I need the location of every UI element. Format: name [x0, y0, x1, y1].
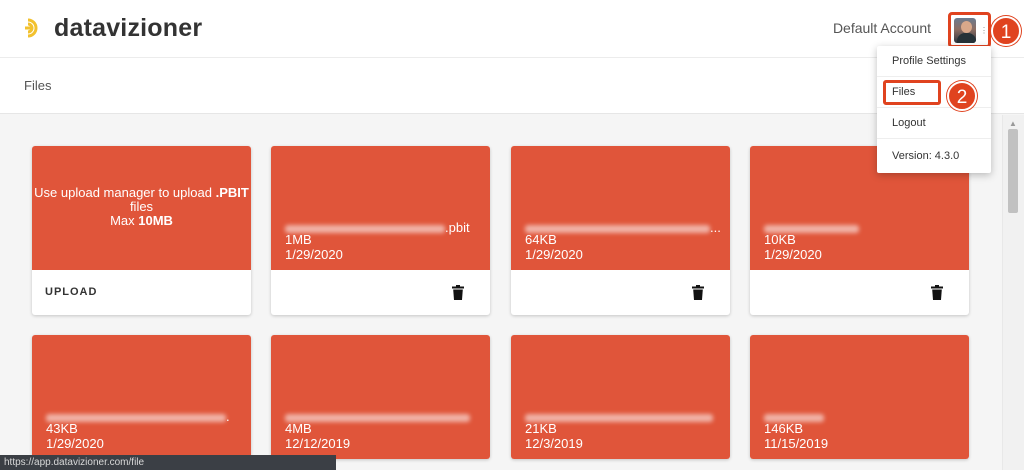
upload-text: Use upload manager to upload [34, 185, 216, 200]
file-card-preview[interactable]: 146KB 11/15/2019 [750, 335, 969, 459]
account-menu-button[interactable]: ⋮ [948, 12, 991, 48]
more-icon: ⋮ [980, 25, 988, 35]
file-date: 1/29/2020 [525, 247, 583, 262]
logo[interactable]: datavizioner [24, 14, 203, 42]
page-header: Files [0, 58, 1024, 114]
file-date: 12/12/2019 [285, 436, 351, 451]
upload-card-body: Use upload manager to upload .PBIT files… [32, 146, 251, 270]
account-name[interactable]: Default Account [833, 20, 931, 36]
menu-item-profile-settings[interactable]: Profile Settings [877, 46, 991, 77]
file-date: 1/29/2020 [285, 247, 343, 262]
file-card-actions [750, 270, 969, 315]
scrollbar[interactable]: ▲ [1002, 115, 1024, 470]
file-size: 10KB [764, 232, 796, 247]
file-size: 43KB [46, 421, 78, 436]
file-date: 1/29/2020 [764, 247, 822, 262]
file-card[interactable]: 21KB 12/3/2019 [511, 335, 730, 459]
trash-icon[interactable] [692, 285, 704, 300]
file-card-preview[interactable]: ... 64KB 1/29/2020 [511, 146, 730, 270]
file-meta: 10KB 1/29/2020 [764, 232, 822, 262]
file-card[interactable]: 146KB 11/15/2019 [750, 335, 969, 459]
file-meta: 21KB 12/3/2019 [525, 421, 583, 451]
account-dropdown-menu: Profile Settings Files Logout Version: 4… [877, 46, 991, 173]
file-size: 1MB [285, 232, 312, 247]
avatar [954, 17, 976, 43]
trash-icon[interactable] [931, 285, 943, 300]
upload-max-size: 10MB [138, 213, 173, 228]
file-size: 64KB [525, 232, 557, 247]
upload-max-label: Max [110, 213, 139, 228]
upload-format: .PBIT [215, 185, 249, 200]
files-grid: Use upload manager to upload .PBIT files… [0, 115, 1002, 470]
file-meta: 64KB 1/29/2020 [525, 232, 583, 262]
callout-badge-2: 2 [947, 81, 977, 111]
file-size: 146KB [764, 421, 804, 436]
file-date: 1/29/2020 [46, 436, 104, 451]
highlight-box [883, 80, 941, 105]
logo-text: datavizioner [54, 14, 203, 42]
file-card-actions [511, 270, 730, 315]
file-meta: 146KB 11/15/2019 [764, 421, 828, 451]
trash-icon[interactable] [452, 285, 464, 300]
upload-card-actions: UPLOAD [32, 270, 251, 315]
file-card[interactable]: ... 64KB 1/29/2020 [511, 146, 730, 315]
menu-item-logout[interactable]: Logout [877, 108, 991, 139]
file-card[interactable]: . 43KB 1/29/2020 [32, 335, 251, 459]
file-card-preview[interactable]: . 43KB 1/29/2020 [32, 335, 251, 459]
upload-text-files: files [129, 199, 154, 214]
upload-card: Use upload manager to upload .PBIT files… [32, 146, 251, 315]
scroll-up-icon[interactable]: ▲ [1009, 119, 1017, 128]
status-bar-url: https://app.datavizioner.com/file [0, 455, 336, 470]
menu-item-version: Version: 4.3.0 [892, 150, 960, 162]
file-date: 12/3/2019 [525, 436, 583, 451]
upload-button[interactable]: UPLOAD [45, 286, 97, 298]
file-date: 11/15/2019 [764, 436, 829, 451]
page-title: Files [24, 78, 52, 93]
file-card[interactable]: .pbit 1MB 1/29/2020 [271, 146, 490, 315]
callout-badge-1: 1 [991, 16, 1021, 46]
upload-instructions: Use upload manager to upload .PBIT files… [32, 186, 251, 228]
top-bar: datavizioner Default Account ⋮ [0, 0, 1024, 58]
file-meta: 1MB 1/29/2020 [285, 232, 343, 262]
file-card-preview[interactable]: 4MB 12/12/2019 [271, 335, 490, 459]
scroll-thumb[interactable] [1008, 129, 1018, 213]
file-size: 21KB [525, 421, 557, 436]
file-card[interactable]: 4MB 12/12/2019 [271, 335, 490, 459]
file-meta: 43KB 1/29/2020 [46, 421, 104, 451]
file-size: 4MB [285, 421, 312, 436]
file-card-preview[interactable]: .pbit 1MB 1/29/2020 [271, 146, 490, 270]
logo-mark-icon [25, 18, 38, 38]
file-meta: 4MB 12/12/2019 [285, 421, 350, 451]
file-card-actions [271, 270, 490, 315]
file-card-preview[interactable]: 21KB 12/3/2019 [511, 335, 730, 459]
